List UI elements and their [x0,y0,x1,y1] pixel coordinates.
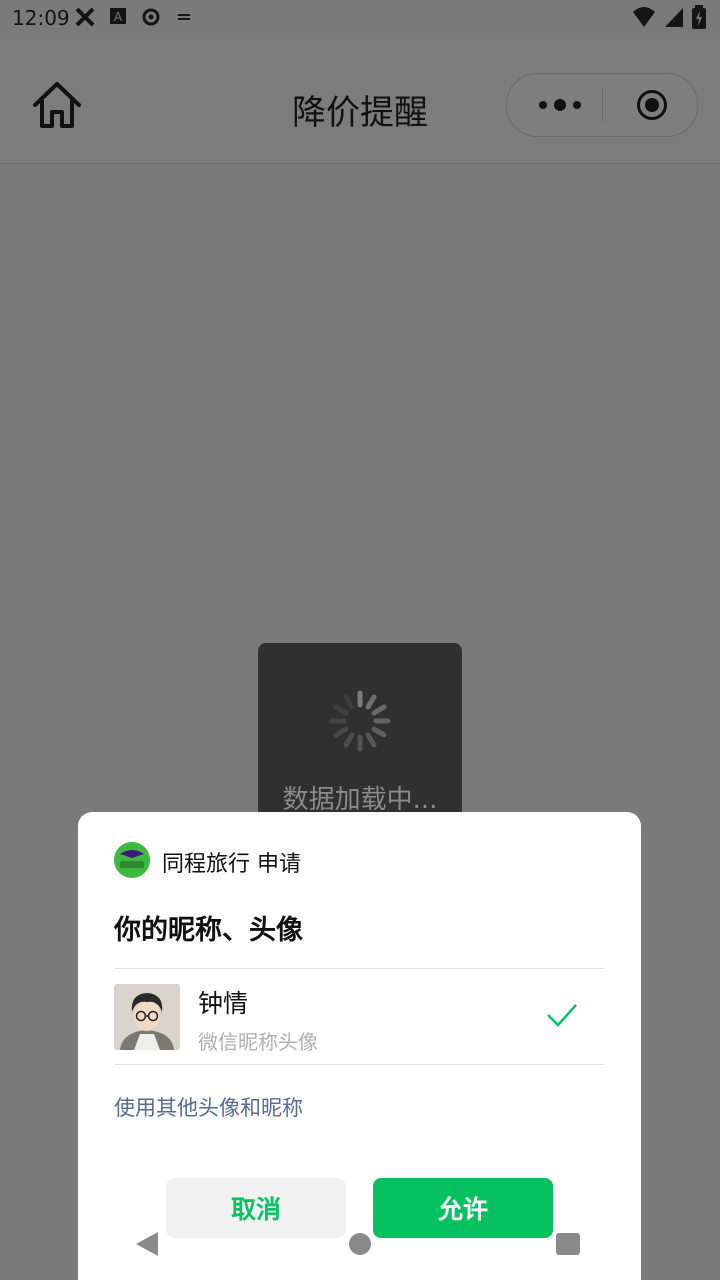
wifi-icon [632,6,656,32]
status-right-icons [632,5,706,33]
mini-program-header: 降价提醒 [0,38,720,164]
divider [114,968,605,969]
cross-icon [74,6,96,33]
loading-text: 数据加载中... [282,785,438,815]
gear-icon [140,6,162,33]
text-a-icon: A [108,6,128,31]
home-circle-icon[interactable] [349,1233,371,1255]
target-close-icon [637,90,667,120]
dialog-title: 你的昵称、头像 [114,915,303,946]
divider [114,1064,605,1065]
allow-button[interactable]: 允许 [373,1178,553,1238]
cancel-button[interactable]: 取消 [166,1178,346,1238]
signal-icon [664,6,684,32]
svg-text:A: A [114,10,123,24]
nickname: 钟情 [198,989,249,1018]
spinner-icon [329,690,391,752]
use-other-avatar-link[interactable]: 使用其他头像和昵称 [114,1092,303,1122]
capsule-menu [506,73,698,137]
recent-square-icon[interactable] [556,1233,580,1255]
battery-charging-icon [692,5,706,33]
auth-dialog: 同程旅行 申请 你的昵称、头像 钟情 微信昵称头像 使用其他头像和昵称 取消 允… [78,812,641,1280]
back-triangle-icon[interactable] [136,1232,158,1256]
status-bar: 12:09 A [0,0,720,38]
avatar [114,984,180,1050]
nickname-subtitle: 微信昵称头像 [198,1030,318,1054]
notification-icon [176,6,192,30]
close-button[interactable] [617,74,687,136]
app-name: 同程旅行 申请 [162,852,301,877]
more-dots-icon [539,101,547,109]
status-time: 12:09 [12,6,70,30]
more-button[interactable] [525,74,595,136]
check-icon [547,1004,577,1027]
app-logo-icon [114,842,150,878]
